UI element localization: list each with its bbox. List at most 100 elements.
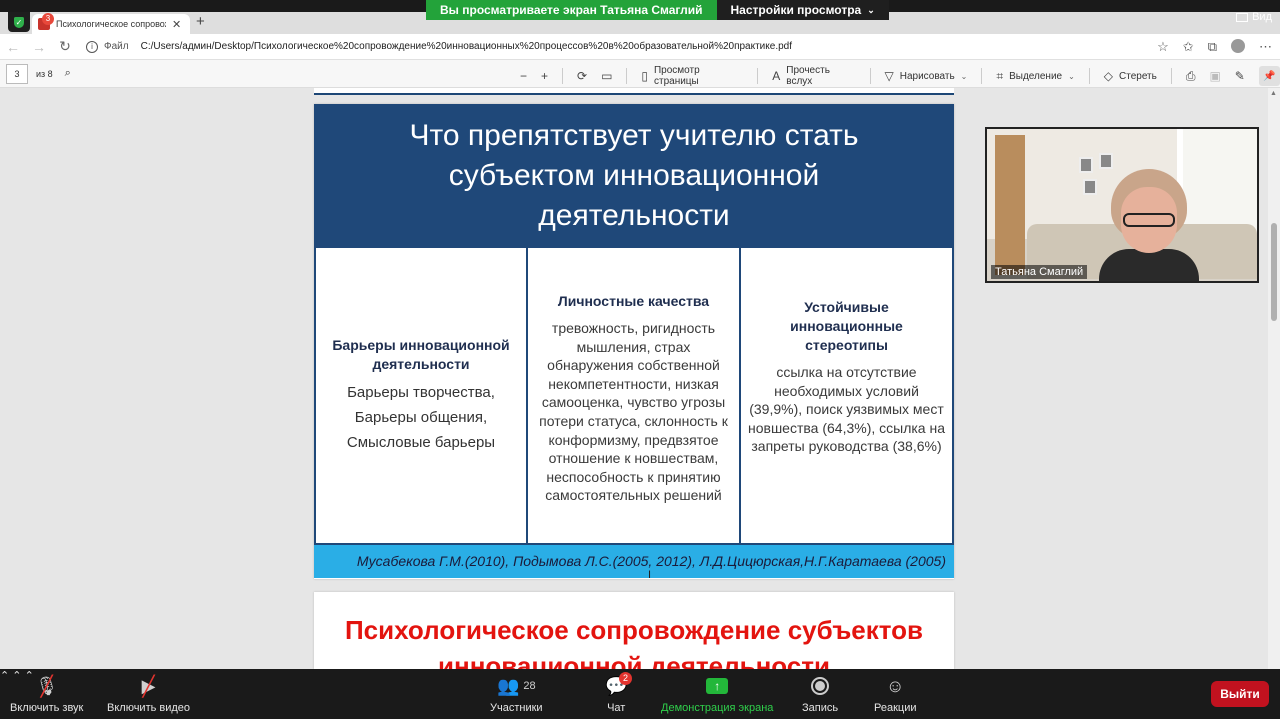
address-actions: ☆ ✩ ⧉ ⋯ <box>1157 39 1272 55</box>
participants-button[interactable]: 👥 28 Участники <box>490 674 543 715</box>
new-tab-icon[interactable]: + <box>196 13 205 30</box>
column-heading: Устойчивые инновационные стереотипы <box>790 299 903 353</box>
erase-label: Стереть <box>1119 70 1157 82</box>
zoom-in-icon[interactable]: + <box>541 69 548 83</box>
url-field[interactable]: i Файл C:/Users/админ/Desktop/Психологич… <box>86 40 792 53</box>
highlight-button[interactable]: ⌗ Выделение ⌄ <box>996 69 1074 84</box>
save-as-icon[interactable]: ✎ <box>1235 69 1245 83</box>
tab-title: Психологическое сопровожде <box>56 19 166 29</box>
draw-button[interactable]: ▽ Нарисовать ⌄ <box>885 69 968 83</box>
participant-name: Татьяна Смаглий <box>991 265 1088 279</box>
column-heading: Барьеры инновационной деятельности <box>332 337 510 372</box>
column-text: ссылка на отсутствие необходимых условий… <box>748 364 945 455</box>
collections-icon[interactable]: ⧉ <box>1208 39 1217 55</box>
unmute-label: Включить звук <box>10 702 84 714</box>
person-glasses <box>1123 213 1175 227</box>
erase-button[interactable]: ◇ Стереть <box>1104 69 1157 83</box>
microphone-muted-icon: 🎙 ╱ <box>35 675 59 698</box>
column-personal-qualities: Личностные качества тревожность, ригидно… <box>528 248 741 543</box>
video-picture-frame <box>1079 157 1093 173</box>
participants-icon: 👥 28 <box>496 675 536 696</box>
chevron-down-icon[interactable]: ⌄ <box>1068 72 1075 81</box>
barrier-item: Смысловые барьеры <box>346 434 496 451</box>
share-screen-button[interactable]: ↑ Демонстрация экрана <box>661 674 773 714</box>
eraser-icon: ◇ <box>1103 69 1114 83</box>
divider <box>1088 68 1090 84</box>
chat-badge: 2 <box>619 672 633 685</box>
favorite-add-icon[interactable]: ☆ <box>1157 39 1169 55</box>
highlight-label: Выделение <box>1009 70 1063 82</box>
chevron-down-icon[interactable]: ⌄ <box>961 72 968 81</box>
column-stereotypes: Устойчивые инновационные стереотипы ссыл… <box>741 248 952 543</box>
share-banner: Вы просматриваете экран Татьяна Смаглий … <box>426 0 889 20</box>
profile-avatar[interactable] <box>1231 39 1245 53</box>
fit-page-icon[interactable]: ▭ <box>601 69 612 83</box>
page-number-input[interactable]: 3 <box>6 63 28 84</box>
draw-label: Нарисовать <box>899 70 955 82</box>
participants-count: 28 <box>523 680 536 692</box>
pdf-toolbar: 3 из 8 ⌕ − + ⟳ ▭ ▯ Просмотр страницы A Про… <box>0 60 1280 88</box>
print-icon[interactable]: ⎙ <box>1186 69 1196 84</box>
pdf-page-next: Психологическое сопровождение субъектов … <box>314 592 954 669</box>
scrollbar-thumb[interactable] <box>1271 223 1277 321</box>
pdf-page-slide: Что препятствует учителю стать субъектом… <box>314 104 954 579</box>
zoom-out-icon[interactable]: − <box>520 69 527 83</box>
person-body <box>1099 249 1199 281</box>
start-video-button[interactable]: ▶ ╱ Включить видео <box>107 674 191 715</box>
rotate-icon[interactable]: ⟳ <box>577 69 587 83</box>
video-door <box>995 135 1025 275</box>
vertical-scrollbar[interactable]: ▲ <box>1268 88 1280 669</box>
leave-button[interactable]: Выйти <box>1211 681 1269 707</box>
read-aloud-icon: A <box>772 69 781 83</box>
browser-tab[interactable]: Психологическое сопровожде ✕ <box>32 14 190 34</box>
citation-bar: Мусабекова Г.М.(2010), Подымова Л.С.(200… <box>314 545 954 578</box>
record-label: Запись <box>802 702 839 714</box>
close-tab-icon[interactable]: ✕ <box>172 18 181 31</box>
scroll-up-icon[interactable]: ▲ <box>1270 90 1277 97</box>
chat-button[interactable]: 💬 2 Чат <box>605 672 633 714</box>
view-settings-button[interactable]: Настройки просмотра ⌄ <box>716 0 889 20</box>
reactions-icon: ☺ <box>886 675 905 696</box>
viewing-banner: Вы просматриваете экран Татьяна Смаглий <box>426 0 717 20</box>
start-video-label: Включить видео <box>107 702 191 714</box>
info-icon[interactable]: i <box>86 40 98 53</box>
reactions-label: Реакции <box>874 702 917 714</box>
pin-toolbar-icon[interactable]: 📌 <box>1258 66 1280 86</box>
highlight-icon: ⌗ <box>996 68 1004 83</box>
divider <box>1170 68 1172 84</box>
tab-badge: 3 <box>42 13 54 25</box>
divider <box>869 68 871 84</box>
slide-title: Что препятствует учителю стать субъектом… <box>314 104 954 248</box>
barrier-item: Барьеры общения, <box>354 409 488 426</box>
pdf-tools: − + ⟳ ▭ ▯ Просмотр страницы A Прочесть всл… <box>520 65 1280 87</box>
forward-icon[interactable]: → <box>26 39 52 55</box>
column-barriers: Барьеры инновационной деятельности Барье… <box>316 248 528 543</box>
share-screen-label: Демонстрация экрана <box>661 702 774 714</box>
slide-columns: Барьеры инновационной деятельности Барье… <box>314 248 954 545</box>
back-icon[interactable]: ← <box>0 39 26 55</box>
video-picture-frame <box>1083 179 1097 195</box>
participant-video[interactable]: Татьяна Смаглий <box>985 127 1259 283</box>
record-button[interactable]: Запись <box>802 674 838 714</box>
chevron-down-icon: ⌄ <box>867 4 875 15</box>
audio-options-chevron-icon[interactable]: ⌃ <box>0 670 9 682</box>
participant-person <box>1099 169 1199 281</box>
reactions-button[interactable]: ☺ Реакции <box>874 674 917 715</box>
unmute-button[interactable]: 🎙 ╱ Включить звук <box>10 674 84 715</box>
favorites-icon[interactable]: ✩ <box>1183 39 1194 55</box>
column-heading: Личностные качества <box>557 293 710 309</box>
view-label: Вид <box>1252 11 1272 23</box>
share-screen-icon: ↑ <box>706 674 729 698</box>
shield-icon[interactable]: ✓ <box>8 12 30 32</box>
save-icon[interactable]: ▣ <box>1209 69 1220 83</box>
next-slide-title: Психологическое сопровождение субъектов … <box>344 615 924 669</box>
more-icon[interactable]: ⋯ <box>1259 39 1272 55</box>
divider <box>626 68 628 84</box>
search-icon[interactable]: ⌕ <box>65 67 71 80</box>
view-button[interactable]: Вид <box>1236 11 1272 23</box>
page-view-button[interactable]: ▯ Просмотр страницы <box>641 65 743 87</box>
refresh-icon[interactable]: ↻ <box>52 38 78 55</box>
divider <box>562 68 563 84</box>
read-aloud-button[interactable]: A Прочесть вслух <box>772 65 855 87</box>
chat-icon: 💬 2 <box>605 672 633 698</box>
